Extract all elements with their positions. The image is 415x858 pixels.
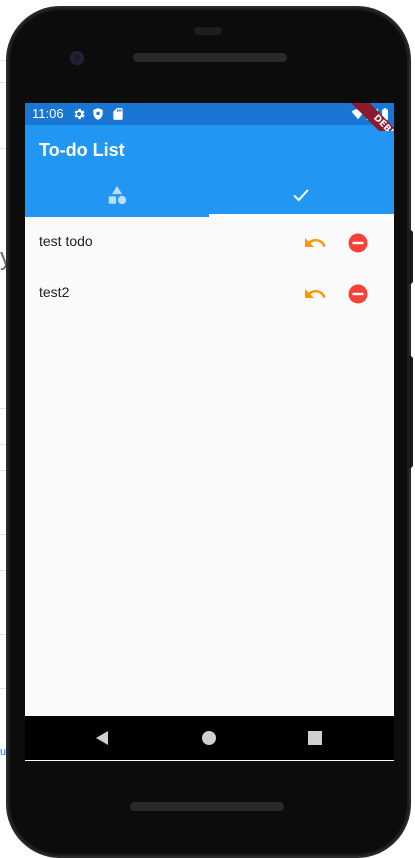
earpiece-speaker [133, 53, 287, 62]
overview-icon [308, 731, 322, 745]
back-button[interactable] [92, 728, 112, 748]
front-camera [70, 51, 84, 65]
volume-button [407, 230, 413, 284]
shield-icon [93, 108, 103, 120]
tab-completed-todos[interactable] [209, 173, 393, 217]
bottom-speaker [130, 802, 284, 811]
category-shapes-icon [108, 185, 127, 205]
navigation-bar [25, 716, 394, 760]
todo-list: test todo test2 [25, 217, 394, 319]
tab-active-todos[interactable] [25, 173, 209, 217]
debug-banner-label: DEBUG [346, 103, 394, 131]
background-link-fragment: u [0, 746, 7, 758]
app-screen: 11:06 To-do List DEBUG test todo test2 [25, 103, 394, 761]
list-item: test2 [25, 268, 394, 319]
status-time: 11:06 [32, 106, 64, 121]
settings-icon [74, 108, 85, 120]
remove-circle-icon[interactable] [346, 282, 370, 306]
overview-button[interactable] [305, 728, 325, 748]
app-title: To-do List [39, 140, 125, 160]
debug-banner: DEBUG [335, 103, 394, 131]
home-icon [202, 731, 216, 745]
todo-label: test todo [39, 233, 93, 249]
app-bar: To-do List [25, 125, 394, 217]
remove-circle-icon[interactable] [346, 231, 370, 255]
top-sensor [194, 27, 222, 35]
home-button[interactable] [199, 728, 219, 748]
undo-icon[interactable] [303, 231, 327, 255]
check-icon [293, 189, 309, 202]
power-button [407, 356, 413, 468]
list-item: test todo [25, 217, 394, 268]
undo-icon[interactable] [303, 282, 327, 306]
sd-card-icon [113, 108, 123, 120]
todo-label: test2 [39, 284, 70, 300]
back-icon [96, 731, 108, 745]
